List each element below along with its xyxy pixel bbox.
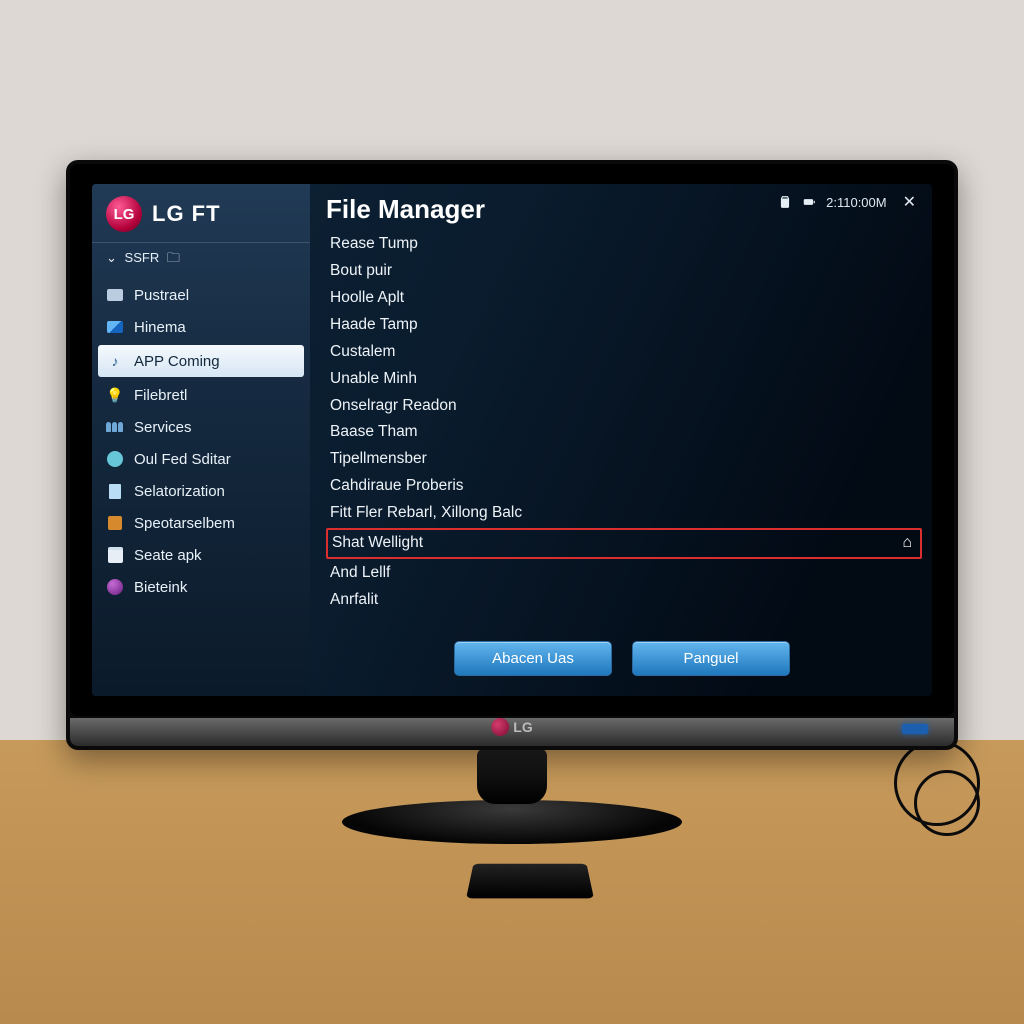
gear-icon (106, 450, 124, 468)
file-item-9[interactable]: Cahdiraue Proberis (326, 473, 922, 500)
tv-bezel-bottom: LG (70, 718, 954, 746)
music-icon: ♪ (106, 352, 124, 370)
screen: 2:110:00M ✕ LG LG FT SSFR 🗀 Pus (92, 184, 932, 696)
sidebar-item-label: APP Coming (134, 353, 220, 370)
sidebar-item-9[interactable]: Bieteink (92, 571, 310, 603)
file-item-label: Cahdiraue Proberis (330, 477, 464, 494)
sq-icon (106, 514, 124, 532)
home-icon: ⌂ (902, 532, 912, 554)
secondary-action-button[interactable]: Panguel (632, 641, 790, 676)
file-item-label: Rease Tump (330, 235, 418, 252)
sidebar-item-8[interactable]: Seate apk (92, 539, 310, 571)
sidebar-item-label: Bieteink (134, 579, 187, 596)
file-item-13[interactable]: Anrfalit (326, 587, 922, 614)
sidebar-item-label: Seate apk (134, 547, 202, 564)
main-panel: File Manager Rease Tump Bout puir Hoolle A… (322, 190, 922, 688)
sidebar-item-label: Oul Fed Sditar (134, 451, 231, 468)
sidebar-item-label: Pustrael (134, 287, 189, 304)
lg-dot-icon (491, 718, 509, 736)
file-item-12[interactable]: And Lellf (326, 560, 922, 587)
lg-logo-icon: LG (106, 196, 142, 232)
file-list: Rease Tump Bout puir Hoolle Aplt Haade Tamp… (322, 231, 922, 614)
file-item-5[interactable]: Unable Minh (326, 366, 922, 393)
file-item-3[interactable]: Haade Tamp (326, 312, 922, 339)
sidebar-item-5[interactable]: Oul Fed Sditar (92, 443, 310, 475)
img-icon (106, 318, 124, 336)
file-item-label: Anrfalit (330, 591, 378, 608)
sidebar-item-7[interactable]: Speotarselbem (92, 507, 310, 539)
tv-brand-text: LG (513, 719, 532, 735)
sidebar-item-0[interactable]: Pustrael (92, 279, 310, 311)
scene-root: 2:110:00M ✕ LG LG FT SSFR 🗀 Pus (0, 0, 1024, 1024)
file-item-4[interactable]: Custalem (326, 339, 922, 366)
file-item-1[interactable]: Bout puir (326, 258, 922, 285)
file-item-10[interactable]: Fitt Fler Rebarl, Xillong Balc (326, 500, 922, 527)
file-item-label: Baase Tham (330, 423, 418, 440)
tv-power-led (902, 724, 928, 734)
tv-frame: 2:110:00M ✕ LG LG FT SSFR 🗀 Pus (66, 160, 958, 750)
page-icon (106, 482, 124, 500)
sidebar-item-4[interactable]: Services (92, 411, 310, 443)
sidebar-list: Pustrael Hinema ♪ APP Coming 💡 Filebretl Servi… (92, 277, 310, 603)
sidebar-item-label: Speotarselbem (134, 515, 235, 532)
sidebar-item-label: Hinema (134, 319, 186, 336)
sidebar-item-label: Filebretl (134, 387, 187, 404)
tv-stand-neck (477, 748, 547, 804)
file-item-label: Unable Minh (330, 370, 417, 387)
bag-icon (106, 546, 124, 564)
primary-action-button[interactable]: Abacen Uas (454, 641, 612, 676)
box-icon (106, 286, 124, 304)
sidebar-item-2[interactable]: ♪ APP Coming (98, 345, 304, 377)
sidebar-item-label: Services (134, 419, 192, 436)
tv-stand-base (342, 800, 682, 844)
brand-block: LG LG FT (92, 184, 310, 242)
file-item-label: Shat Wellight (332, 534, 423, 551)
file-item-label: Bout puir (330, 262, 392, 279)
file-item-label: Custalem (330, 343, 395, 360)
file-item-2[interactable]: Hoolle Aplt (326, 285, 922, 312)
brand-title: LG FT (152, 201, 221, 227)
file-item-8[interactable]: Tipellmensber (326, 446, 922, 473)
bulb-icon: 💡 (106, 386, 124, 404)
sidebar: LG LG FT SSFR 🗀 Pustrael Hinema ♪ APP Comin… (92, 184, 310, 696)
sidebar-category-label: SSFR (125, 250, 160, 265)
file-item-label: Fitt Fler Rebarl, Xillong Balc (330, 504, 522, 521)
action-bar: Abacen Uas Panguel (454, 641, 790, 676)
people-icon (106, 418, 124, 436)
file-item-label: Haade Tamp (330, 316, 418, 333)
cable-bundle (884, 730, 1004, 870)
file-item-0[interactable]: Rease Tump (326, 231, 922, 258)
tv-bezel: 2:110:00M ✕ LG LG FT SSFR 🗀 Pus (70, 164, 954, 716)
file-item-6[interactable]: Onselragr Readon (326, 393, 922, 420)
sidebar-item-3[interactable]: 💡 Filebretl (92, 379, 310, 411)
file-item-11[interactable]: Shat Wellight ⌂ (326, 528, 922, 559)
sidebar-item-1[interactable]: Hinema (92, 311, 310, 343)
file-item-7[interactable]: Baase Tham (326, 419, 922, 446)
folder-icon: 🗀 (167, 250, 180, 265)
file-item-label: And Lellf (330, 564, 390, 581)
sidebar-category[interactable]: SSFR 🗀 (92, 242, 310, 277)
sidebar-item-label: Selatorization (134, 483, 225, 500)
ball-icon (106, 578, 124, 596)
page-title: File Manager (326, 194, 922, 225)
file-item-label: Onselragr Readon (330, 397, 457, 414)
sidebar-item-6[interactable]: Selatorization (92, 475, 310, 507)
file-item-label: Tipellmensber (330, 450, 427, 467)
lg-logo-text: LG (114, 206, 135, 223)
remote-control (466, 864, 594, 899)
tv-brand-badge: LG (491, 718, 532, 736)
file-item-label: Hoolle Aplt (330, 289, 404, 306)
